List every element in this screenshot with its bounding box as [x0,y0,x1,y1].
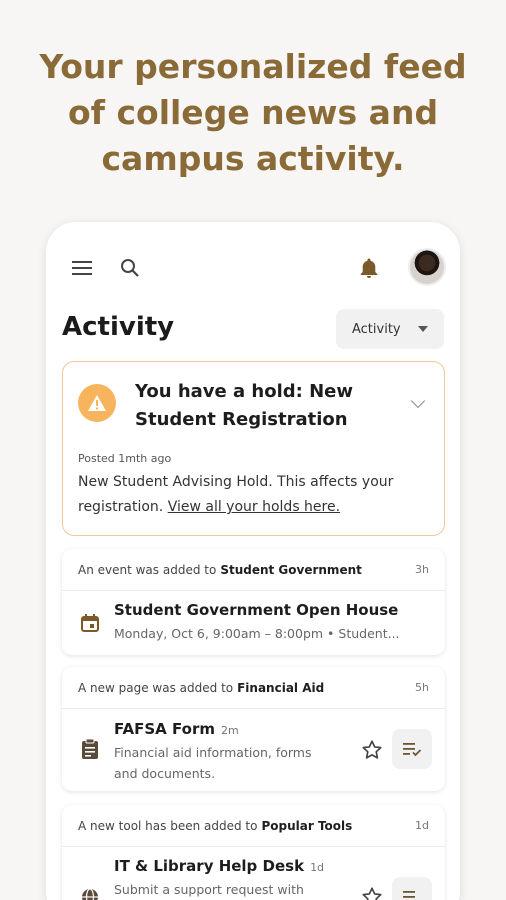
card-header: A new page was added to Financial Aid 5h [62,667,445,709]
star-icon[interactable] [360,885,384,900]
top-app-bar [46,248,460,288]
item-subtitle-line-1: Financial aid information, forms [114,745,312,760]
card-item[interactable]: FAFSA Form 2m Financial aid information, … [62,709,445,791]
add-to-list-button[interactable] [392,729,432,769]
item-subtitle: Monday, Oct 6, 9:00am – 8:00pm • Student… [114,626,400,641]
caret-down-icon [418,326,428,332]
item-title[interactable]: FAFSA Form 2m [114,720,239,738]
item-title[interactable]: Student Government Open House [114,601,398,619]
card-header-text: A new tool has been added to [78,818,258,833]
card-item[interactable]: IT & Library Help Desk 1d Submit a suppor… [62,847,445,900]
headline-line-2: of college news and [67,93,439,132]
item-subtitle-line-2: and documents. [114,766,216,781]
menu-icon[interactable] [64,250,100,286]
card-time: 3h [415,563,429,576]
hold-body: New Student Advising Hold. This affects … [78,470,418,520]
playlist-icon [403,891,415,898]
add-to-list-button[interactable] [392,877,432,900]
filter-label: Activity [352,321,401,337]
chevron-down-icon[interactable] [410,393,426,409]
headline-line-1: Your personalized feed [39,47,467,86]
phone-screen: Activity Activity You have a hold: New S… [46,222,460,900]
item-title[interactable]: IT & Library Help Desk 1d [114,857,324,875]
hold-posted-time: Posted 1mth ago [78,452,172,465]
avatar[interactable] [408,248,446,286]
promo-headline: Your personalized feed of college news a… [0,44,506,182]
item-subtitle: Submit a support request with [114,882,304,897]
card-header-text: A new page was added to [78,680,234,695]
item-age: 1d [310,861,325,874]
activity-card-event: An event was added to Student Government… [62,549,445,655]
card-group-name[interactable]: Student Government [220,563,362,577]
card-group-name[interactable]: Popular Tools [261,819,352,833]
card-time: 1d [415,819,429,832]
warning-icon [78,384,116,422]
bell-icon[interactable] [351,250,387,286]
search-icon[interactable] [112,250,148,286]
card-header: A new tool has been added to Popular Too… [62,805,445,847]
hold-alert-card[interactable]: You have a hold: New Student Registratio… [62,361,445,536]
activity-filter-dropdown[interactable]: Activity [336,309,444,349]
item-title-text: FAFSA Form [114,720,215,738]
card-header: An event was added to Student Government… [62,549,445,591]
headline-line-3: campus activity. [101,139,405,178]
card-header-text: An event was added to [78,562,217,577]
star-icon[interactable] [360,738,384,762]
item-title-text: IT & Library Help Desk [114,857,305,875]
playlist-check-icon [403,743,422,757]
activity-card-tool: A new tool has been added to Popular Too… [62,805,445,900]
calendar-icon [78,611,102,635]
card-time: 5h [415,681,429,694]
clipboard-icon [78,737,102,761]
globe-icon [78,885,102,900]
view-holds-link[interactable]: View all your holds here. [168,499,340,515]
card-group-name[interactable]: Financial Aid [237,681,324,695]
activity-card-page: A new page was added to Financial Aid 5h… [62,667,445,791]
item-age: 2m [221,724,239,737]
card-item[interactable]: Student Government Open House Monday, Oc… [62,591,445,655]
item-subtitle: Financial aid information, forms and doc… [114,742,312,784]
page-title: Activity [62,312,175,342]
hold-title: You have a hold: New Student Registratio… [135,381,354,430]
